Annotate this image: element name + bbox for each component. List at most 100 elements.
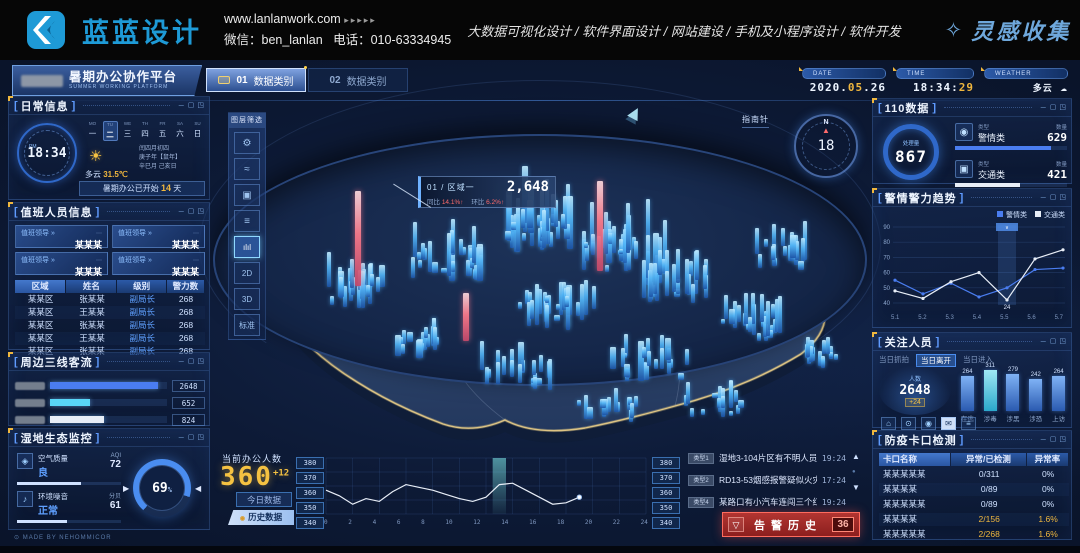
data-bar (485, 367, 489, 384)
office-y-label: 370 (652, 472, 680, 484)
flow-track (50, 416, 167, 423)
data-bar (729, 381, 733, 407)
panel-corner-accent (872, 188, 877, 193)
panel-header-line (971, 197, 1031, 198)
panel-window-icon[interactable]: ▢ (1050, 337, 1057, 347)
duty-card[interactable]: 值班领导 »⋯某某某 (112, 225, 205, 248)
panel-collapse-icon[interactable]: － (178, 357, 185, 367)
panel-expand-icon[interactable]: ◳ (1059, 193, 1066, 203)
data-bar (459, 239, 463, 256)
panel-collapse-icon[interactable]: － (1040, 337, 1047, 347)
panel-expand-icon[interactable]: ◳ (197, 357, 204, 367)
focus-persons-panel: [关注人员]－▢◳ 当日抓拍当日离开当日进入 人数 2648 +24 264在逃… (872, 332, 1072, 428)
tab-data-category-1[interactable]: 01数据类别 (206, 68, 306, 92)
tooltip-mom: 6.2%↑ (486, 199, 504, 206)
panel-window-icon[interactable]: ▢ (1050, 193, 1057, 203)
noise-metric: ♪ 分贝61 环境噪音 正常 (17, 491, 121, 523)
alarm-type-icon: ◉ (955, 123, 973, 141)
panel-collapse-icon[interactable]: － (1040, 103, 1047, 113)
panel-window-icon[interactable]: ▢ (1050, 103, 1057, 113)
panel-window-icon[interactable]: ▢ (1050, 435, 1057, 445)
date-year: 2020 (810, 81, 841, 94)
panel-collapse-icon[interactable]: － (178, 101, 185, 111)
panel-header-line (107, 437, 169, 438)
platform-subtitle: SUMMER WORKING PLATFORM (69, 85, 177, 91)
panel-title: 日常信息 (21, 98, 69, 114)
data110-gauge: 处理量 867 (883, 124, 939, 180)
notice-prefix: 暑期办公已开始 (103, 184, 159, 193)
data110-rows: ◉数量629类型警情类▣数量421类型交通类 (955, 123, 1067, 197)
panel-bracket: ] (936, 336, 940, 348)
weather-box: WEATHER 多云 ☁ (984, 68, 1068, 94)
office-x-label: 4 (373, 519, 377, 526)
duty-card[interactable]: 值班领导 »⋯某某某 (15, 252, 108, 275)
focus-tool-icon[interactable]: ◉ (921, 417, 936, 430)
panel-collapse-icon[interactable]: － (1040, 435, 1047, 445)
layer-button-camera-icon[interactable]: ▣ (234, 184, 260, 206)
data-bar (592, 286, 596, 309)
focus-tool-icon[interactable]: ✉ (941, 417, 956, 430)
flow-value: 2648 (172, 380, 205, 392)
website-url[interactable]: www.lanlanwork.com (224, 12, 341, 26)
panel-window-icon[interactable]: ▢ (188, 357, 195, 367)
layer-button-2d-mode[interactable]: 2D (234, 262, 260, 284)
panel-header-line (971, 439, 1031, 440)
tab-data-category-2[interactable]: 02数据类别 (308, 68, 408, 92)
scroll-up-icon[interactable]: ▲ (852, 452, 860, 461)
alert-list: 类型1湿地3-104片区有不明人员闯入19:24 类型2RD13-53烟感报警疑似… (688, 450, 846, 516)
alert-row[interactable]: 类型4某路口有小汽车连闯三个红灯19:24 (688, 494, 846, 510)
services-list: 大数据可视化设计 / 软件界面设计 / 网站建设 / 手机及小程序设计 / 软件… (467, 21, 900, 40)
focus-bar: 264上访 (1050, 361, 1067, 423)
layer-button-standard-mode[interactable]: 标准 (234, 314, 260, 336)
alert-row[interactable]: 类型1湿地3-104片区有不明人员闯入19:24 (688, 450, 846, 466)
data-bar (626, 203, 630, 253)
phone-number: 电话：010-63334945 (333, 33, 451, 47)
panel-window-icon[interactable]: ▢ (188, 207, 195, 217)
data-bar (330, 296, 334, 305)
panel-expand-icon[interactable]: ◳ (1059, 337, 1066, 347)
inspiration-collect[interactable]: ✧ 灵感收集 (945, 14, 1072, 46)
layer-button-3d-mode[interactable]: 3D (234, 288, 260, 310)
alarm-history-banner[interactable]: ▽ 告警历史 36 (722, 512, 860, 537)
panel-collapse-icon[interactable]: － (178, 207, 185, 217)
scroll-down-icon[interactable]: ▼ (852, 483, 860, 492)
duty-card[interactable]: 值班领导 »⋯某某某 (112, 252, 205, 275)
layer-button-gear-icon[interactable]: ⚙ (234, 132, 260, 154)
office-x-label: 20 (585, 519, 592, 526)
panel-collapse-icon[interactable]: － (1040, 193, 1047, 203)
data-bar (510, 360, 514, 377)
redacted-label (15, 382, 45, 390)
history-data-button[interactable]: 历史数据 (228, 510, 294, 525)
panel-expand-icon[interactable]: ◳ (197, 207, 204, 217)
focus-tool-icon[interactable]: ⌂ (881, 417, 896, 430)
panel-collapse-icon[interactable]: － (178, 433, 185, 443)
office-y-label: 360 (652, 487, 680, 499)
panel-expand-icon[interactable]: ◳ (197, 101, 204, 111)
today-data-button[interactable]: 今日数据 (236, 492, 292, 507)
panel-expand-icon[interactable]: ◳ (197, 433, 204, 443)
focus-tool-icon[interactable]: ⊙ (901, 417, 916, 430)
layer-button-signal-icon[interactable]: ≈ (234, 158, 260, 180)
alert-row[interactable]: 类型2RD13-53烟感报警疑似火灾17:24 (688, 472, 846, 488)
panel-expand-icon[interactable]: ◳ (1059, 103, 1066, 113)
compass-dial[interactable]: N ▲ 18 (794, 114, 858, 178)
data-bar (548, 359, 552, 390)
checkpoint-table: 卡口名称异常/已检测异常率某某某某某0/3110%某某某某0/890%某某某某某… (879, 453, 1069, 543)
data-bar (361, 271, 365, 309)
panel-window-icon[interactable]: ▢ (188, 433, 195, 443)
panel-window-icon[interactable]: ▢ (188, 101, 195, 111)
panel-title: 湿地生态监控 (21, 430, 93, 446)
duty-card[interactable]: 值班领导 »⋯某某某 (15, 225, 108, 248)
panel-expand-icon[interactable]: ◳ (1059, 435, 1066, 445)
data-bar (610, 347, 616, 368)
layer-button-bars-icon[interactable]: ılıl (234, 236, 260, 258)
focus-tool-icon[interactable]: ≡ (961, 417, 976, 430)
temperature: 31.5℃ (103, 170, 128, 179)
layer-button-list-icon[interactable]: ≡ (234, 210, 260, 232)
summer-notice: 暑期办公已开始 14 天 (79, 181, 205, 196)
date-label: DATE (802, 68, 886, 79)
office-count-number: 360 (220, 462, 273, 492)
panel-title: 110数据 (885, 100, 930, 116)
gauge-right-arrow-icon[interactable]: ◀ (195, 484, 201, 493)
gauge-left-arrow-icon[interactable]: ▶ (123, 484, 129, 493)
